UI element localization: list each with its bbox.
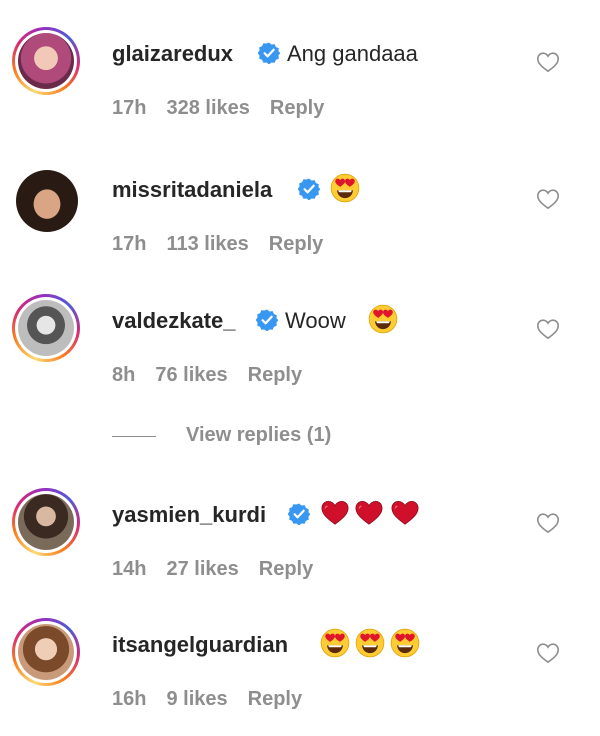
reply-button[interactable]: Reply [259,558,313,580]
comment-likes[interactable]: 9 likes [166,688,227,710]
red-heart-emoji [390,498,420,528]
comment-username[interactable]: itsangelguardian [112,632,288,658]
heart-eyes-emoji [355,628,385,658]
comment-username[interactable]: glaizaredux [112,41,233,67]
comment-item: yasmien_kurdi 14h 27 likes Reply [0,488,600,588]
verified-badge-icon [258,42,280,64]
comment-username[interactable]: missritadaniela [112,177,272,203]
red-heart-emoji [320,498,350,528]
reply-button[interactable]: Reply [269,233,323,255]
comment-item: valdezkate_ Woow 8h 76 likes Reply [0,294,600,394]
comment-time: 8h [112,364,136,386]
heart-outline-icon[interactable] [536,642,560,664]
comment-time: 14h [112,558,147,580]
comment-time: 17h [112,97,147,119]
comment-text: Ang gandaaa [287,41,418,66]
comment-likes[interactable]: 113 likes [166,233,248,255]
comment-item: missritadaniela 17h 113 likes Reply [0,167,600,267]
heart-outline-icon[interactable] [536,318,560,340]
view-replies-label: View replies (1) [186,424,332,446]
avatar[interactable] [12,294,80,362]
verified-badge-icon [288,503,310,525]
comment-text: Woow [285,308,346,333]
view-replies-button[interactable]: View replies (1) [112,424,352,450]
comment-time: 16h [112,688,147,710]
avatar[interactable] [12,27,80,95]
heart-eyes-emoji [390,628,420,658]
reply-button[interactable]: Reply [248,364,302,386]
comment-likes[interactable]: 328 likes [166,97,249,119]
comment-username[interactable]: yasmien_kurdi [112,502,266,528]
comment-meta: 8h 76 likes Reply [112,364,322,387]
comment-meta: 16h 9 likes Reply [112,688,322,711]
heart-eyes-emoji [368,304,398,334]
comment-likes[interactable]: 76 likes [155,364,227,386]
comment-username[interactable]: valdezkate_ [112,308,236,334]
avatar[interactable] [12,488,80,556]
reply-button[interactable]: Reply [248,688,302,710]
heart-outline-icon[interactable] [536,512,560,534]
comment-meta: 17h 328 likes Reply [112,97,344,120]
comment-meta: 17h 113 likes Reply [112,233,343,256]
heart-outline-icon[interactable] [536,188,560,210]
heart-eyes-emoji [330,173,360,203]
comment-time: 17h [112,233,147,255]
comment-likes[interactable]: 27 likes [166,558,238,580]
heart-outline-icon[interactable] [536,51,560,73]
verified-badge-icon [256,309,278,331]
view-replies-divider [112,436,156,437]
comment-item: itsangelguardian 16h 9 likes Reply [0,618,600,718]
heart-eyes-emoji [320,628,350,658]
avatar[interactable] [16,170,78,232]
red-heart-emoji [354,498,384,528]
avatar[interactable] [12,618,80,686]
reply-button[interactable]: Reply [270,97,324,119]
verified-badge-icon [298,178,320,200]
comment-item: glaizaredux Ang gandaaa 17h 328 likes Repl… [0,27,600,127]
comment-meta: 14h 27 likes Reply [112,558,333,581]
